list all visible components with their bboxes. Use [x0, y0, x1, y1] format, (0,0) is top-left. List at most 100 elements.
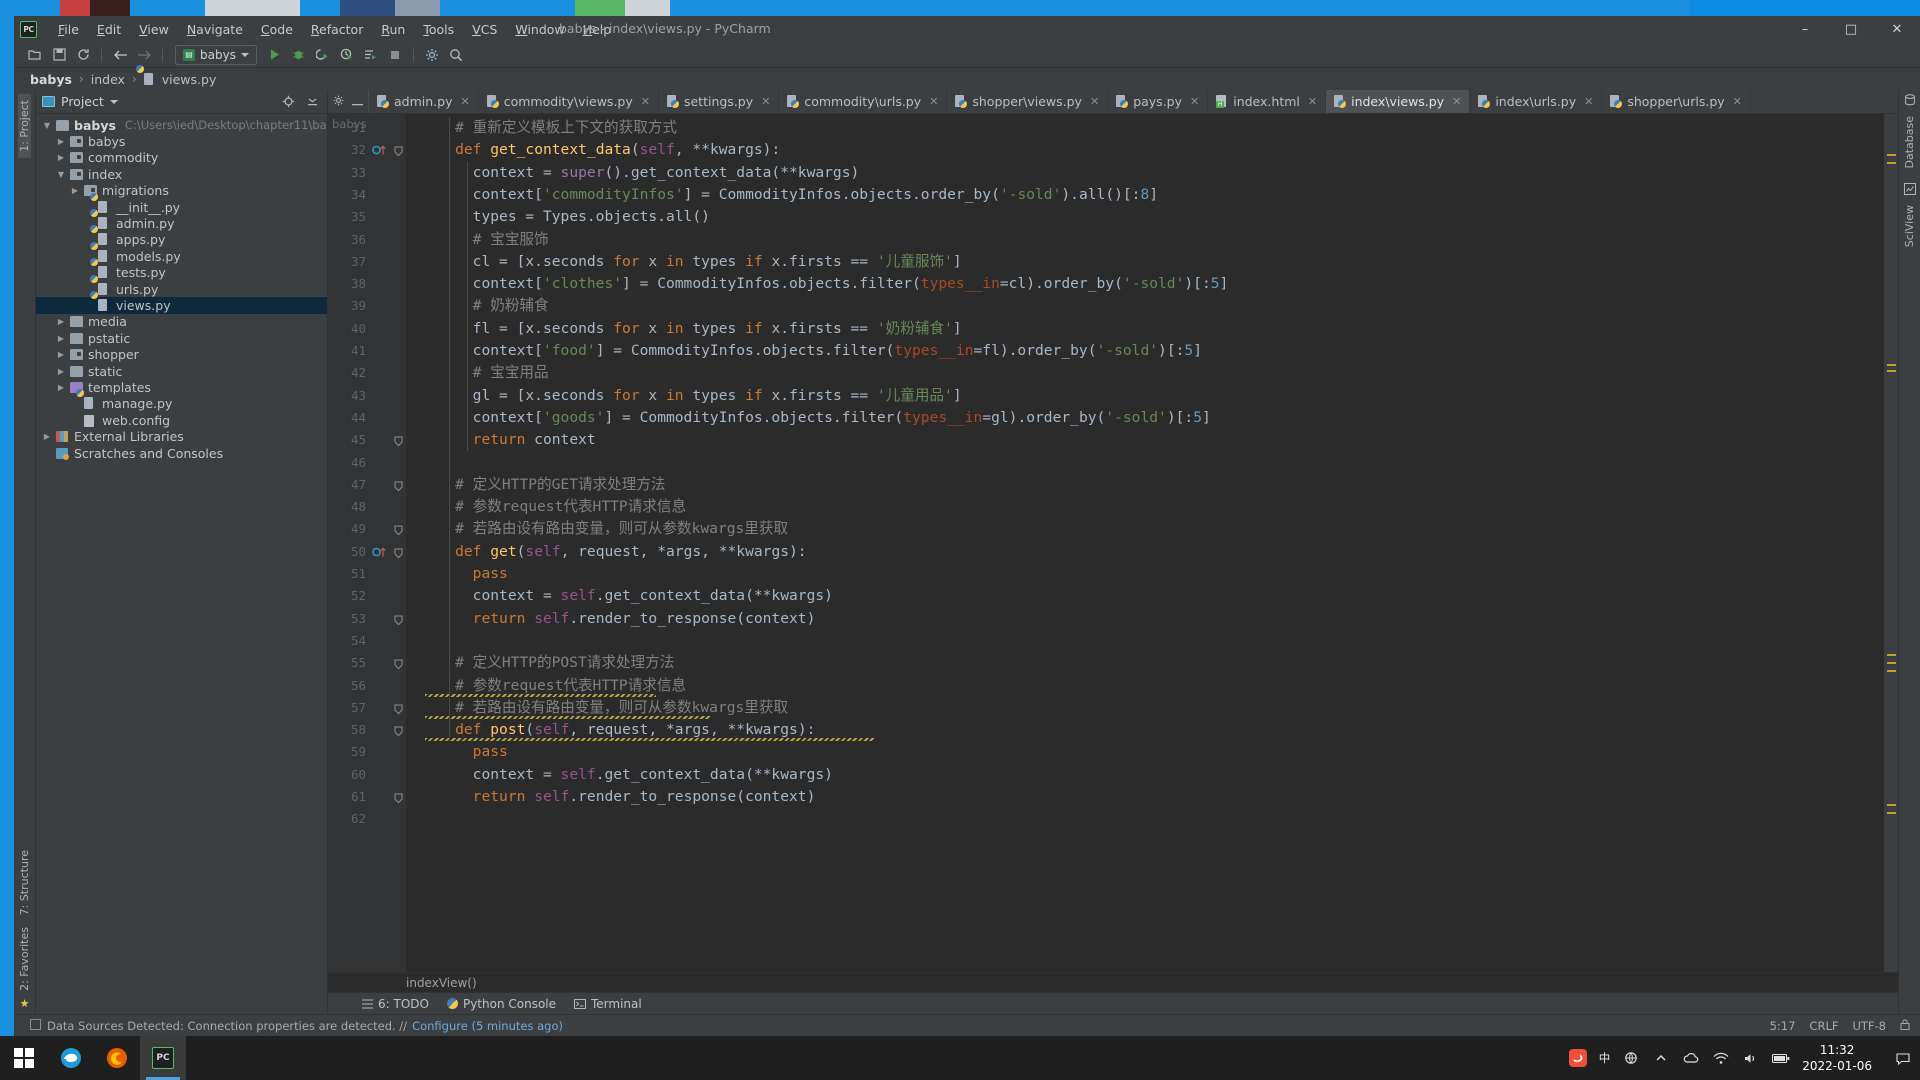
- code-line[interactable]: fl = [x.seconds for x in types if x.firs…: [473, 318, 962, 340]
- forward-icon[interactable]: [133, 44, 155, 66]
- ime-language-label[interactable]: 中: [1599, 1050, 1611, 1066]
- code-line[interactable]: context = self.get_context_data(**kwargs…: [473, 764, 833, 786]
- code-line[interactable]: gl = [x.seconds for x in types if x.firs…: [473, 385, 962, 407]
- code-line[interactable]: cl = [x.seconds for x in types if x.firs…: [473, 251, 962, 273]
- chevron-right-icon[interactable]: ▶: [56, 383, 66, 392]
- tree-item-web-config[interactable]: web.config: [36, 412, 327, 428]
- menu-item-vcs[interactable]: VCS: [463, 20, 506, 39]
- close-icon[interactable]: ✕: [1090, 95, 1099, 108]
- tree-item-babys[interactable]: ▼ babys C:\Users\ied\Desktop\chapter11\bab…: [36, 117, 327, 133]
- marker-tick[interactable]: [1887, 154, 1896, 156]
- notifications-icon[interactable]: [1894, 1049, 1912, 1067]
- tool-window-python-console[interactable]: Python Console: [446, 997, 556, 1011]
- tree-item-urls-py[interactable]: urls.py: [36, 281, 327, 297]
- override-method-icon[interactable]: [372, 143, 388, 160]
- volume-icon[interactable]: [1742, 1049, 1760, 1067]
- chevron-right-icon[interactable]: ▶: [42, 432, 52, 441]
- editor-tab-index-html[interactable]: index.html ✕: [1208, 90, 1327, 113]
- code-line[interactable]: def get(self, request, *args, **kwargs):: [455, 541, 806, 563]
- tree-item-scratches and consoles[interactable]: Scratches and Consoles: [36, 445, 327, 461]
- tree-item-shopper[interactable]: ▶ shopper: [36, 346, 327, 362]
- rail-item-structure[interactable]: 7: Structure: [18, 844, 31, 921]
- code-line[interactable]: # 奶粉辅食: [473, 295, 549, 317]
- tree-item-apps-py[interactable]: apps.py: [36, 232, 327, 248]
- tab-settings-icon[interactable]: [333, 94, 344, 109]
- tree-item---init---py[interactable]: __init__.py: [36, 199, 327, 215]
- chevron-right-icon[interactable]: ▶: [56, 350, 66, 359]
- code-line[interactable]: # 宝宝用品: [473, 362, 549, 384]
- open-folder-icon[interactable]: [24, 44, 46, 66]
- menu-item-edit[interactable]: Edit: [88, 20, 130, 39]
- marker-tick[interactable]: [1887, 662, 1896, 664]
- rail-item-favorites[interactable]: 2: Favorites: [18, 921, 31, 997]
- close-icon[interactable]: ✕: [1190, 95, 1199, 108]
- code-line[interactable]: # 宝宝服饰: [473, 229, 549, 251]
- chevron-right-icon[interactable]: ▶: [56, 153, 66, 162]
- caret-position[interactable]: 5:17: [1770, 1019, 1796, 1033]
- tree-item-tests-py[interactable]: tests.py: [36, 265, 327, 281]
- onedrive-icon[interactable]: [1682, 1049, 1700, 1067]
- code-line[interactable]: # 参数request代表HTTP请求信息: [455, 496, 686, 518]
- back-icon[interactable]: [109, 44, 131, 66]
- maximize-button[interactable]: □: [1828, 16, 1874, 42]
- profile-icon[interactable]: [336, 44, 358, 66]
- code-line[interactable]: return context: [473, 429, 596, 451]
- close-icon[interactable]: ✕: [460, 95, 469, 108]
- marker-tick[interactable]: [1887, 804, 1896, 806]
- scroll-from-source-icon[interactable]: [279, 93, 297, 111]
- chevron-right-icon[interactable]: ▶: [56, 137, 66, 146]
- editor-tab-settings-py[interactable]: settings.py ✕: [659, 90, 780, 113]
- tree-item-external libraries[interactable]: ▶ External Libraries: [36, 428, 327, 444]
- code-line[interactable]: context = self.get_context_data(**kwargs…: [473, 585, 833, 607]
- start-button[interactable]: [0, 1036, 48, 1080]
- code-line[interactable]: context['clothes'] = CommodityInfos.obje…: [473, 273, 1229, 295]
- run-configuration-selector[interactable]: ▤ babys: [175, 44, 257, 65]
- close-icon[interactable]: ✕: [1308, 95, 1317, 108]
- code-fold-handle[interactable]: [394, 145, 403, 160]
- sogou-icon[interactable]: [1568, 1049, 1587, 1067]
- chevron-right-icon[interactable]: ▶: [70, 186, 80, 195]
- editor-tab-commodity-views-py[interactable]: commodity\views.py ✕: [479, 90, 659, 113]
- code-line[interactable]: pass: [473, 741, 508, 763]
- tree-item-static[interactable]: ▶ static: [36, 363, 327, 379]
- taskbar-edge-icon[interactable]: [48, 1036, 94, 1080]
- editor-tab-commodity-urls-py[interactable]: commodity\urls.py ✕: [779, 90, 948, 113]
- editor-tab-admin-py[interactable]: admin.py ✕: [369, 90, 479, 113]
- close-icon[interactable]: ✕: [761, 95, 770, 108]
- code-fold-handle[interactable]: [394, 658, 403, 673]
- run-coverage-icon[interactable]: [312, 44, 334, 66]
- editor-tab-index-views-py[interactable]: index\views.py ✕: [1326, 90, 1471, 113]
- menu-item-tools[interactable]: Tools: [414, 20, 463, 39]
- editor-gutter[interactable]: babys 31 32 33 34 35 36 37 38 39 40 41 42 43 44 45 46 47…: [328, 114, 406, 972]
- editor-tab-index-urls-py[interactable]: index\urls.py ✕: [1470, 90, 1603, 113]
- menu-item-view[interactable]: View: [130, 20, 178, 39]
- override-method-icon[interactable]: [372, 545, 388, 562]
- chevron-right-icon[interactable]: ▶: [56, 367, 66, 376]
- sciview-icon[interactable]: [1903, 182, 1916, 195]
- sync-icon[interactable]: [72, 44, 94, 66]
- menu-item-navigate[interactable]: Navigate: [178, 20, 252, 39]
- save-all-icon[interactable]: [48, 44, 70, 66]
- code-line[interactable]: return self.render_to_response(context): [473, 608, 816, 630]
- arrow-up-icon[interactable]: [1652, 1049, 1670, 1067]
- settings-icon[interactable]: [421, 44, 443, 66]
- code-line[interactable]: context['food'] = CommodityInfos.objects…: [473, 340, 1202, 362]
- network-icon[interactable]: [1712, 1049, 1730, 1067]
- code-fold-handle[interactable]: [394, 480, 403, 495]
- close-icon[interactable]: ✕: [1584, 95, 1593, 108]
- tree-item-views-py[interactable]: views.py: [36, 297, 327, 314]
- database-icon[interactable]: [1904, 94, 1916, 106]
- rail-item-sciview[interactable]: SciView: [1903, 199, 1916, 253]
- editor-tab-shopper-views-py[interactable]: shopper\views.py ✕: [947, 90, 1109, 113]
- minimize-button[interactable]: –: [1782, 16, 1828, 42]
- code-line[interactable]: # 若路由设有路由变量，则可从参数kwargs里获取: [455, 518, 788, 540]
- code-editor[interactable]: # 重新定义模板上下文的获取方式 def get_context_data(sel…: [406, 114, 1884, 972]
- ime-settings-icon[interactable]: [1622, 1049, 1640, 1067]
- taskbar-clock[interactable]: 11:32 2022-01-06: [1802, 1042, 1882, 1074]
- tree-item-admin-py[interactable]: admin.py: [36, 215, 327, 231]
- project-tree[interactable]: ▼ babys C:\Users\ied\Desktop\chapter11\bab…: [36, 114, 327, 1014]
- menu-item-refactor[interactable]: Refactor: [302, 20, 372, 39]
- code-line[interactable]: context = super().get_context_data(**kwa…: [473, 162, 860, 184]
- marker-tick[interactable]: [1887, 654, 1896, 656]
- breadcrumb-item-file[interactable]: views.py: [162, 72, 217, 87]
